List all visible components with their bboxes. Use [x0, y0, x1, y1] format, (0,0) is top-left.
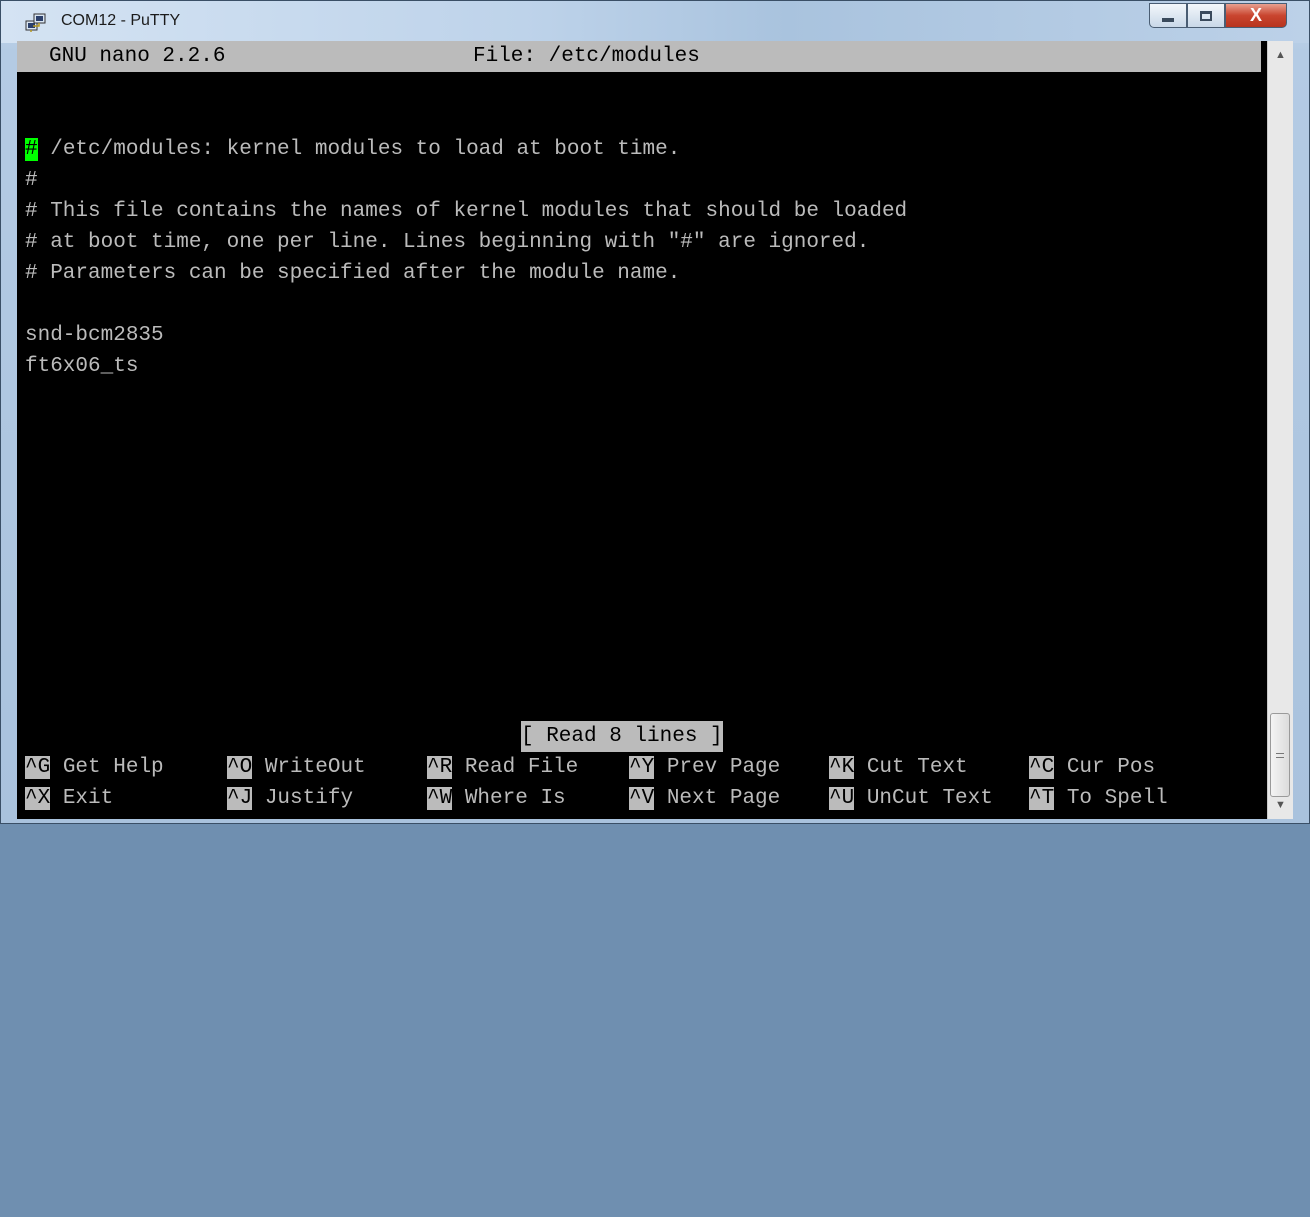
shortcut-uncut-text[interactable]: ^U UnCut Text — [829, 783, 993, 814]
minimize-icon — [1162, 17, 1174, 22]
shortcut-key: ^U — [829, 787, 855, 810]
editor-line-text: /etc/modules: kernel modules to load at … — [37, 138, 681, 161]
shortcut-key: ^K — [829, 756, 855, 779]
putty-icon[interactable] — [25, 13, 47, 33]
vertical-scrollbar[interactable]: ▲ ▼ — [1267, 41, 1293, 819]
shortcut-get-help[interactable]: ^G Get Help — [25, 752, 164, 783]
shortcut-label: To Spell — [1066, 787, 1168, 810]
shortcut-label: Cut Text — [866, 756, 968, 779]
editor-line-7: snd-bcm2835 — [25, 324, 164, 347]
shortcut-writeout[interactable]: ^O WriteOut — [227, 752, 366, 783]
nano-header-bar: GNU nano 2.2.6 File: /etc/modules — [17, 41, 1261, 72]
text-cursor: # — [25, 138, 38, 161]
status-message: [ Read 8 lines ] — [521, 721, 723, 752]
shortcut-label: Justify — [264, 787, 354, 810]
shortcut-key: ^V — [629, 787, 655, 810]
shortcut-label: Prev Page — [666, 756, 781, 779]
shortcut-label: Where Is — [464, 787, 566, 810]
shortcut-key: ^O — [227, 756, 253, 779]
shortcut-key: ^T — [1029, 787, 1055, 810]
minimize-button[interactable] — [1149, 3, 1187, 28]
shortcut-prev-page[interactable]: ^Y Prev Page — [629, 752, 780, 783]
shortcut-key: ^R — [427, 756, 453, 779]
putty-window: COM12 - PuTTY X GNU nano 2.2.6 File: /et… — [0, 0, 1310, 824]
nano-version: GNU nano 2.2.6 — [49, 45, 226, 68]
terminal-area[interactable]: GNU nano 2.2.6 File: /etc/modules # /etc… — [17, 41, 1267, 819]
shortcut-label: Cur Pos — [1066, 756, 1156, 779]
shortcut-cut-text[interactable]: ^K Cut Text — [829, 752, 968, 783]
window-title: COM12 - PuTTY — [61, 12, 181, 29]
shortcut-justify[interactable]: ^J Justify — [227, 783, 353, 814]
maximize-icon — [1200, 10, 1212, 21]
shortcut-label: Next Page — [666, 787, 781, 810]
shortcut-key: ^W — [427, 787, 453, 810]
shortcut-label: Exit — [62, 787, 114, 810]
shortcut-bar: ^G Get Help ^O WriteOut ^R Read File ^Y … — [17, 752, 1267, 814]
shortcut-where-is[interactable]: ^W Where Is — [427, 783, 566, 814]
title-bar[interactable]: COM12 - PuTTY X — [1, 1, 1309, 43]
editor-line-3: # This file contains the names of kernel… — [25, 200, 908, 223]
editor-line-5: # Parameters can be specified after the … — [25, 262, 681, 285]
editor-line-2: # — [25, 169, 38, 192]
shortcut-label: WriteOut — [264, 756, 366, 779]
editor-line-4: # at boot time, one per line. Lines begi… — [25, 231, 870, 254]
grip-icon — [1276, 752, 1284, 758]
caption-buttons: X — [1149, 3, 1287, 29]
scrollbar-thumb[interactable] — [1270, 713, 1290, 797]
maximize-button[interactable] — [1187, 3, 1225, 28]
nano-file-label: File: /etc/modules — [473, 45, 700, 68]
editor-line-1: # /etc/modules: kernel modules to load a… — [25, 134, 680, 165]
close-button[interactable]: X — [1225, 3, 1287, 28]
shortcut-cur-pos[interactable]: ^C Cur Pos — [1029, 752, 1155, 783]
close-icon: X — [1249, 5, 1262, 25]
shortcut-key: ^J — [227, 787, 253, 810]
shortcut-key: ^Y — [629, 756, 655, 779]
scroll-down-arrow-icon[interactable]: ▼ — [1268, 791, 1293, 819]
shortcut-label: UnCut Text — [866, 787, 993, 810]
shortcut-key: ^X — [25, 787, 51, 810]
scroll-up-arrow-icon[interactable]: ▲ — [1268, 41, 1293, 69]
shortcut-key: ^C — [1029, 756, 1055, 779]
shortcut-key: ^G — [25, 756, 51, 779]
shortcut-read-file[interactable]: ^R Read File — [427, 752, 578, 783]
shortcut-label: Get Help — [62, 756, 164, 779]
shortcut-exit[interactable]: ^X Exit — [25, 783, 113, 814]
editor-line-8: ft6x06_ts — [25, 355, 139, 378]
shortcut-label: Read File — [464, 756, 579, 779]
shortcut-next-page[interactable]: ^V Next Page — [629, 783, 780, 814]
shortcut-to-spell[interactable]: ^T To Spell — [1029, 783, 1168, 814]
